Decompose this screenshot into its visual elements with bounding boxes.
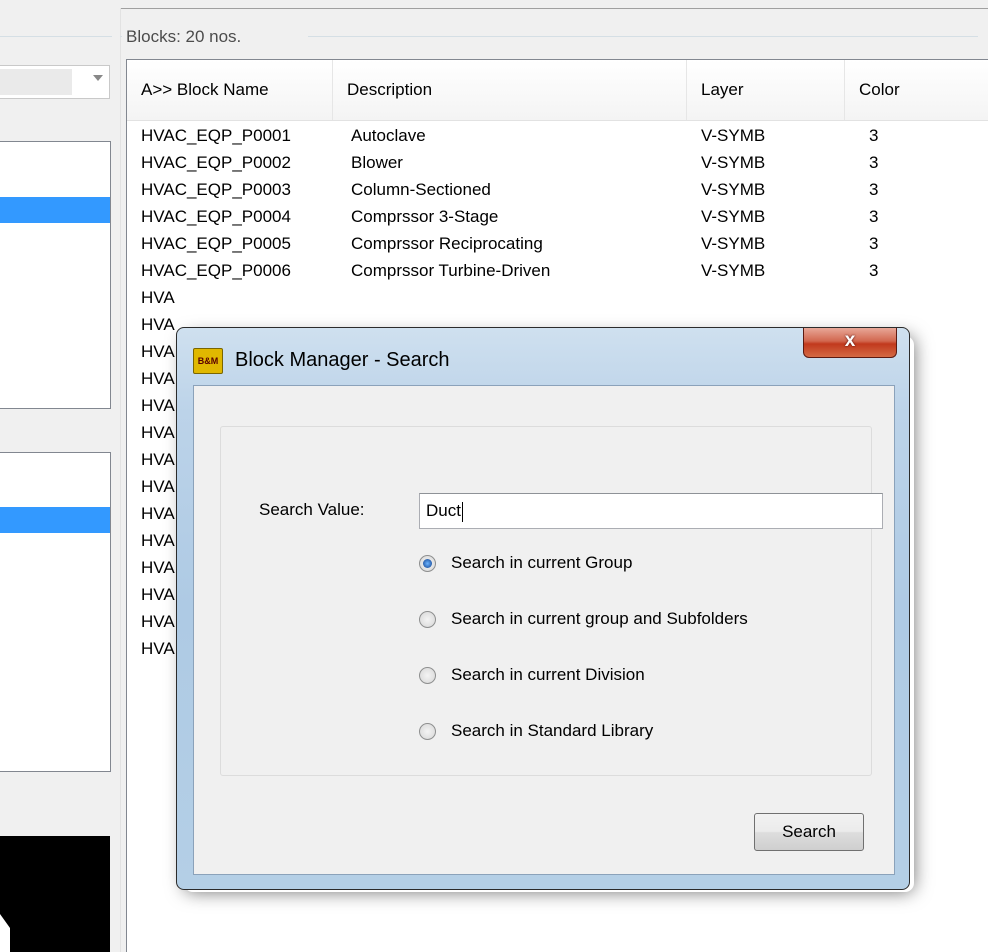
cell-description: Column-Sectioned — [351, 180, 491, 199]
radio-button-current-group[interactable] — [419, 555, 436, 572]
cell-color: 3 — [869, 126, 879, 145]
frame-border-left — [120, 8, 121, 952]
blocks-count-label: Blocks: 20 nos. — [122, 27, 246, 47]
cell-block-name: HVA — [141, 639, 175, 658]
column-header-layer[interactable]: Layer — [687, 60, 845, 120]
search-value-label: Search Value: — [259, 500, 365, 519]
search-value-input[interactable]: Duct — [419, 493, 883, 529]
cell-layer: V-SYMB — [701, 261, 766, 280]
radio-label-standard-library: Search in Standard Library — [451, 721, 654, 740]
cell-description: Autoclave — [351, 126, 426, 145]
table-row[interactable]: HVAC_EQP_P0003 Column-Sectioned V-SYMB 3 — [127, 176, 988, 203]
table-row[interactable]: HVAC_EQP_P0001 Autoclave V-SYMB 3 — [127, 122, 988, 149]
close-icon: x — [844, 330, 856, 351]
cell-block-name: HVAC_EQP_P0002 — [141, 153, 291, 172]
cell-block-name: HVAC_EQP_P0001 — [141, 126, 291, 145]
table-row[interactable]: HVAC_EQP_P0004 Comprssor 3-Stage V-SYMB 3 — [127, 203, 988, 230]
cell-description: Blower — [351, 153, 403, 172]
cell-block-name: HVA — [141, 504, 175, 523]
cell-block-name: HVAC_EQP_P0003 — [141, 180, 291, 199]
search-dialog[interactable]: B&M Block Manager - Search x Search Valu… — [176, 327, 910, 890]
group-tree-selected-item[interactable] — [0, 197, 110, 223]
column-header-color[interactable]: Color — [845, 60, 988, 120]
radio-button-group-and-subfolders[interactable] — [419, 611, 436, 628]
blocks-list-header: A>> Block Name Description Layer Color — [127, 60, 988, 121]
cell-layer: V-SYMB — [701, 126, 766, 145]
radio-label-current-group: Search in current Group — [451, 553, 633, 572]
cell-block-name: HVA — [141, 585, 175, 604]
cell-block-name: HVA — [141, 369, 175, 388]
cell-block-name: HVA — [141, 342, 175, 361]
table-row[interactable]: HVA — [127, 284, 988, 311]
close-button[interactable]: x — [803, 328, 897, 358]
group-combobox[interactable] — [0, 65, 110, 99]
dialog-title: Block Manager - Search — [235, 349, 450, 371]
cell-block-name: HVAC_EQP_P0005 — [141, 234, 291, 253]
search-button[interactable]: Search — [754, 813, 864, 851]
preview-graphic — [0, 914, 10, 952]
group-tree[interactable] — [0, 141, 111, 409]
cell-block-name: HVA — [141, 450, 175, 469]
column-header-block-name[interactable]: A>> Block Name — [127, 60, 333, 120]
cell-block-name: HVA — [141, 288, 175, 307]
cell-color: 3 — [869, 261, 879, 280]
cell-layer: V-SYMB — [701, 180, 766, 199]
cell-description: Comprssor Turbine-Driven — [351, 261, 551, 280]
combobox-value — [0, 69, 72, 95]
radio-button-standard-library[interactable] — [419, 723, 436, 740]
cell-block-name: HVAC_EQP_P0006 — [141, 261, 291, 280]
cell-layer: V-SYMB — [701, 207, 766, 226]
group-border-right — [308, 36, 978, 37]
cell-color: 3 — [869, 234, 879, 253]
radio-button-current-division[interactable] — [419, 667, 436, 684]
text-caret — [461, 501, 463, 522]
cell-description: Comprssor 3-Stage — [351, 207, 499, 226]
cell-block-name: HVA — [141, 558, 175, 577]
cell-color: 3 — [869, 207, 879, 226]
left-divider — [0, 36, 112, 37]
radio-label-group-and-subfolders: Search in current group and Subfolders — [451, 609, 748, 628]
cell-layer: V-SYMB — [701, 153, 766, 172]
cell-block-name: HVA — [141, 477, 175, 496]
table-row[interactable]: HVAC_EQP_P0006 Comprssor Turbine-Driven V-… — [127, 257, 988, 284]
cell-block-name: HVAC_EQP_P0004 — [141, 207, 291, 226]
cell-description: Comprssor Reciprocating — [351, 234, 543, 253]
search-options-group: Search Value: Duct Search in current Gro… — [220, 426, 883, 776]
radio-label-current-division: Search in current Division — [451, 665, 645, 684]
app-logo-icon: B&M — [193, 348, 223, 374]
table-row[interactable]: HVAC_EQP_P0002 Blower V-SYMB 3 — [127, 149, 988, 176]
search-value-text: Duct — [426, 501, 461, 520]
cell-layer: V-SYMB — [701, 234, 766, 253]
table-row[interactable]: HVAC_EQP_P0005 Comprssor Reciprocating V-S… — [127, 230, 988, 257]
cell-block-name: HVA — [141, 423, 175, 442]
cell-color: 3 — [869, 153, 879, 172]
chevron-down-icon[interactable] — [93, 75, 103, 81]
cell-block-name: HVA — [141, 315, 175, 334]
subgroup-list-selected-item[interactable] — [0, 507, 110, 533]
cell-block-name: HVA — [141, 396, 175, 415]
column-header-description[interactable]: Description — [333, 60, 687, 120]
left-panel — [0, 0, 120, 952]
cell-block-name: HVA — [141, 612, 175, 631]
dialog-client-area: Search Value: Duct Search in current Gro… — [193, 385, 895, 875]
cell-block-name: HVA — [141, 531, 175, 550]
cell-color: 3 — [869, 180, 879, 199]
subgroup-list[interactable] — [0, 452, 111, 772]
block-preview — [0, 836, 110, 952]
frame-border — [120, 8, 988, 9]
